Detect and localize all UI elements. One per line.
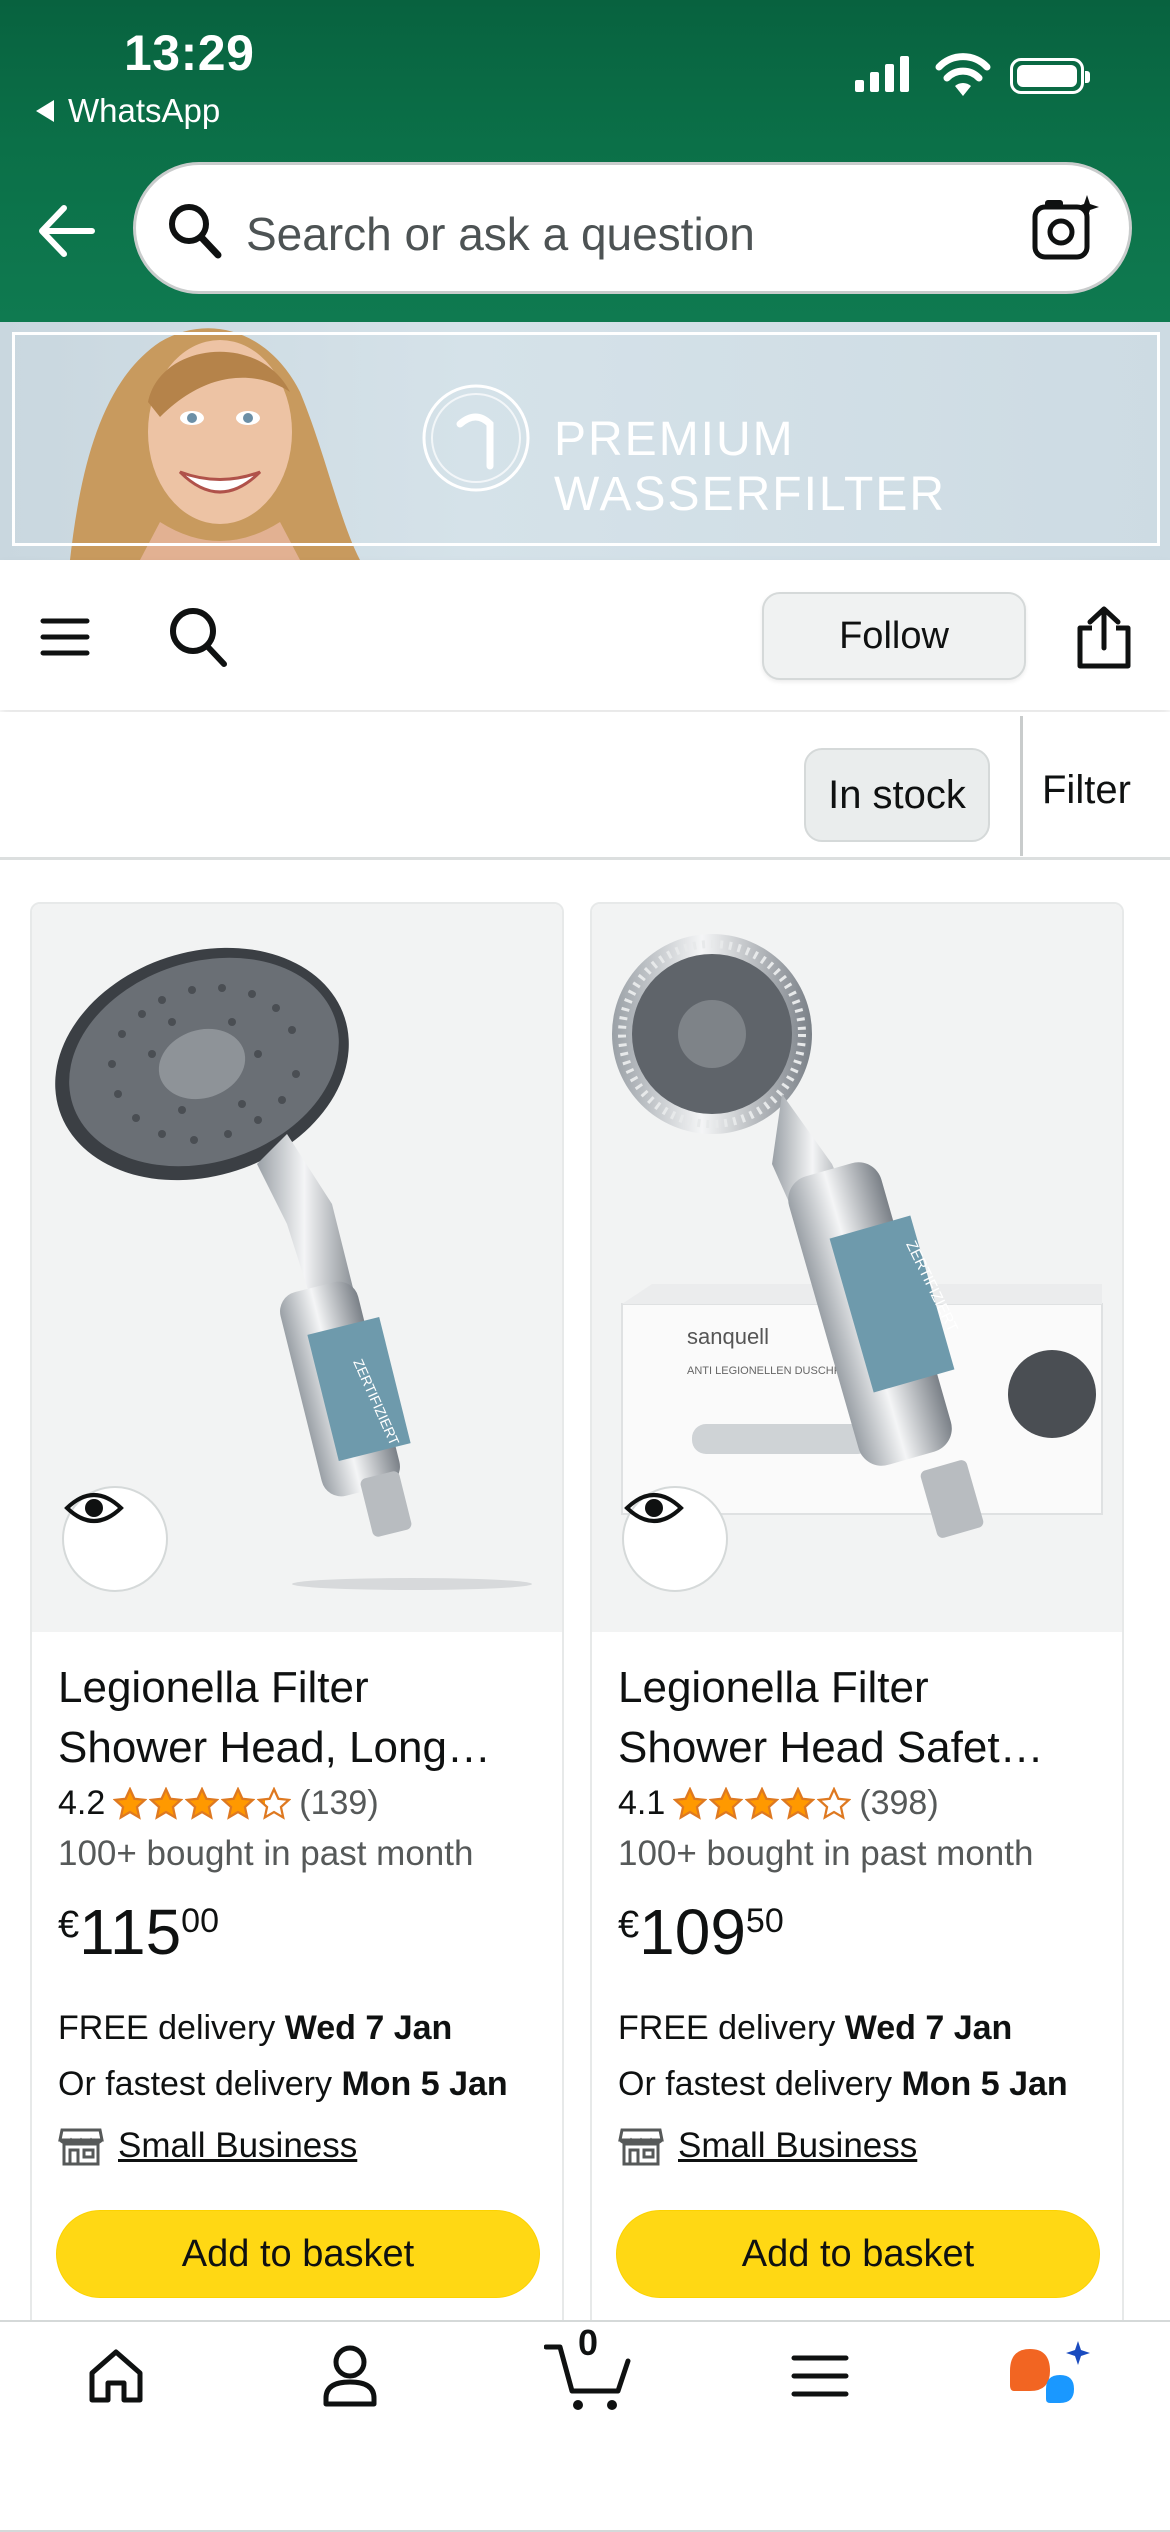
fastest-prefix: Or fastest delivery <box>58 2065 332 2103</box>
product-title-line2: Shower Head Safet… <box>618 1723 1044 1772</box>
delivery-prefix: FREE delivery <box>618 2009 836 2047</box>
star-icon <box>113 1786 148 1820</box>
arrow-left-icon[interactable] <box>34 196 100 266</box>
filter-bar <box>0 712 1170 860</box>
star-rating-icon <box>113 1786 292 1821</box>
nav-rufus[interactable] <box>998 2326 1098 2426</box>
eye-icon <box>64 1493 124 1523</box>
product-card[interactable]: ZERTIFIZIERT Legionella Filter Shower He… <box>30 902 564 2332</box>
price-currency: € <box>58 1904 80 1946</box>
delivery-info: FREE delivery Wed 7 Jan Or fastest deliv… <box>618 2000 1068 2112</box>
star-icon <box>257 1786 292 1820</box>
nav-menu[interactable] <box>770 2326 870 2426</box>
delivery-prefix: FREE delivery <box>58 2009 276 2047</box>
product-title-line1: Legionella Filter <box>58 1663 369 1712</box>
camera-icon[interactable] <box>1029 193 1099 263</box>
wifi-icon <box>935 53 991 96</box>
user-icon <box>323 2345 377 2407</box>
filter-button[interactable]: Filter <box>1042 768 1131 813</box>
review-count: (398) <box>859 1784 939 1822</box>
menu-icon <box>791 2355 849 2397</box>
product-image[interactable]: ZERTIFIZIERT <box>32 904 562 1632</box>
star-icon <box>185 1786 220 1820</box>
nav-home[interactable] <box>66 2326 166 2426</box>
store-banner[interactable]: PREMIUM WASSERFILTER <box>0 322 1170 560</box>
quick-look-button[interactable] <box>622 1486 728 1592</box>
price: € 109 50 <box>618 1896 784 1968</box>
star-icon <box>745 1786 780 1820</box>
product-title[interactable]: Legionella Filter Shower Head Safet… <box>618 1658 1104 1778</box>
delivery-date: Wed 7 Jan <box>844 2009 1013 2047</box>
delivery-date: Wed 7 Jan <box>284 2009 453 2047</box>
star-icon <box>221 1786 256 1820</box>
rating-row[interactable]: 4.2 (139) <box>58 1784 379 1823</box>
delivery-info: FREE delivery Wed 7 Jan Or fastest deliv… <box>58 2000 508 2112</box>
storefront-icon <box>58 2128 104 2166</box>
price-whole: 109 <box>639 1896 746 1968</box>
filter-divider <box>1020 716 1023 856</box>
small-business-badge[interactable]: Small Business <box>618 2126 917 2166</box>
product-card[interactable]: sanquell ANTI LEGIONELLEN DUSCHKOPF ZERT… <box>590 902 1124 2332</box>
star-icon <box>673 1786 708 1820</box>
rufus-assistant-icon <box>1010 2341 1090 2403</box>
star-icon <box>781 1786 816 1820</box>
quick-look-button[interactable] <box>62 1486 168 1592</box>
price-fraction: 50 <box>745 1902 784 1940</box>
banner-title: PREMIUM WASSERFILTER <box>554 413 947 521</box>
product-title-line1: Legionella Filter <box>618 1663 929 1712</box>
svg-text:sanquell: sanquell <box>687 1324 769 1349</box>
follow-button[interactable]: Follow <box>762 592 1026 680</box>
fastest-date: Mon 5 Jan <box>341 2065 508 2103</box>
star-rating-icon <box>673 1786 852 1821</box>
cart-count: 0 <box>578 2322 599 2363</box>
back-to-app[interactable]: WhatsApp <box>36 92 220 130</box>
price-whole: 115 <box>79 1896 182 1968</box>
back-triangle-icon <box>36 100 54 122</box>
cellular-signal-icon <box>855 56 909 92</box>
star-icon <box>709 1786 744 1820</box>
bought-count: 100+ bought in past month <box>618 1834 1034 1873</box>
home-icon <box>89 2349 143 2403</box>
storefront-icon <box>618 2128 664 2166</box>
search-placeholder: Search or ask a question <box>246 208 755 260</box>
small-business-label: Small Business <box>678 2126 918 2165</box>
brand-logo-icon <box>422 384 530 492</box>
eye-icon <box>624 1493 684 1523</box>
rating-value: 4.2 <box>58 1784 106 1822</box>
battery-icon <box>1010 58 1090 94</box>
store-search-icon[interactable] <box>166 604 228 668</box>
price-currency: € <box>618 1904 640 1946</box>
price-fraction: 00 <box>181 1902 219 1940</box>
back-app-label: WhatsApp <box>68 92 221 129</box>
in-stock-chip[interactable]: In stock <box>804 748 990 842</box>
product-title-line2: Shower Head, Long… <box>58 1723 491 1772</box>
product-title[interactable]: Legionella Filter Shower Head, Long… <box>58 1658 544 1778</box>
bought-count: 100+ bought in past month <box>58 1834 474 1873</box>
small-business-badge[interactable]: Small Business <box>58 2126 357 2166</box>
nav-account[interactable] <box>300 2326 400 2426</box>
fastest-date: Mon 5 Jan <box>901 2065 1068 2103</box>
star-icon <box>149 1786 184 1820</box>
share-icon[interactable] <box>1074 606 1134 670</box>
fastest-prefix: Or fastest delivery <box>618 2065 892 2103</box>
product-image[interactable]: sanquell ANTI LEGIONELLEN DUSCHKOPF ZERT… <box>592 904 1122 1632</box>
price: € 115 00 <box>58 1896 219 1968</box>
star-icon <box>817 1786 852 1820</box>
search-icon <box>169 204 222 259</box>
add-to-basket-button[interactable]: Add to basket <box>56 2210 540 2298</box>
rating-row[interactable]: 4.1 (398) <box>618 1784 939 1823</box>
search-input[interactable]: Search or ask a question <box>133 162 1132 294</box>
menu-icon[interactable] <box>40 612 90 662</box>
review-count: (139) <box>299 1784 379 1822</box>
rating-value: 4.1 <box>618 1784 666 1822</box>
add-to-basket-button[interactable]: Add to basket <box>616 2210 1100 2298</box>
small-business-label: Small Business <box>118 2126 358 2165</box>
status-time: 13:29 <box>124 25 255 81</box>
